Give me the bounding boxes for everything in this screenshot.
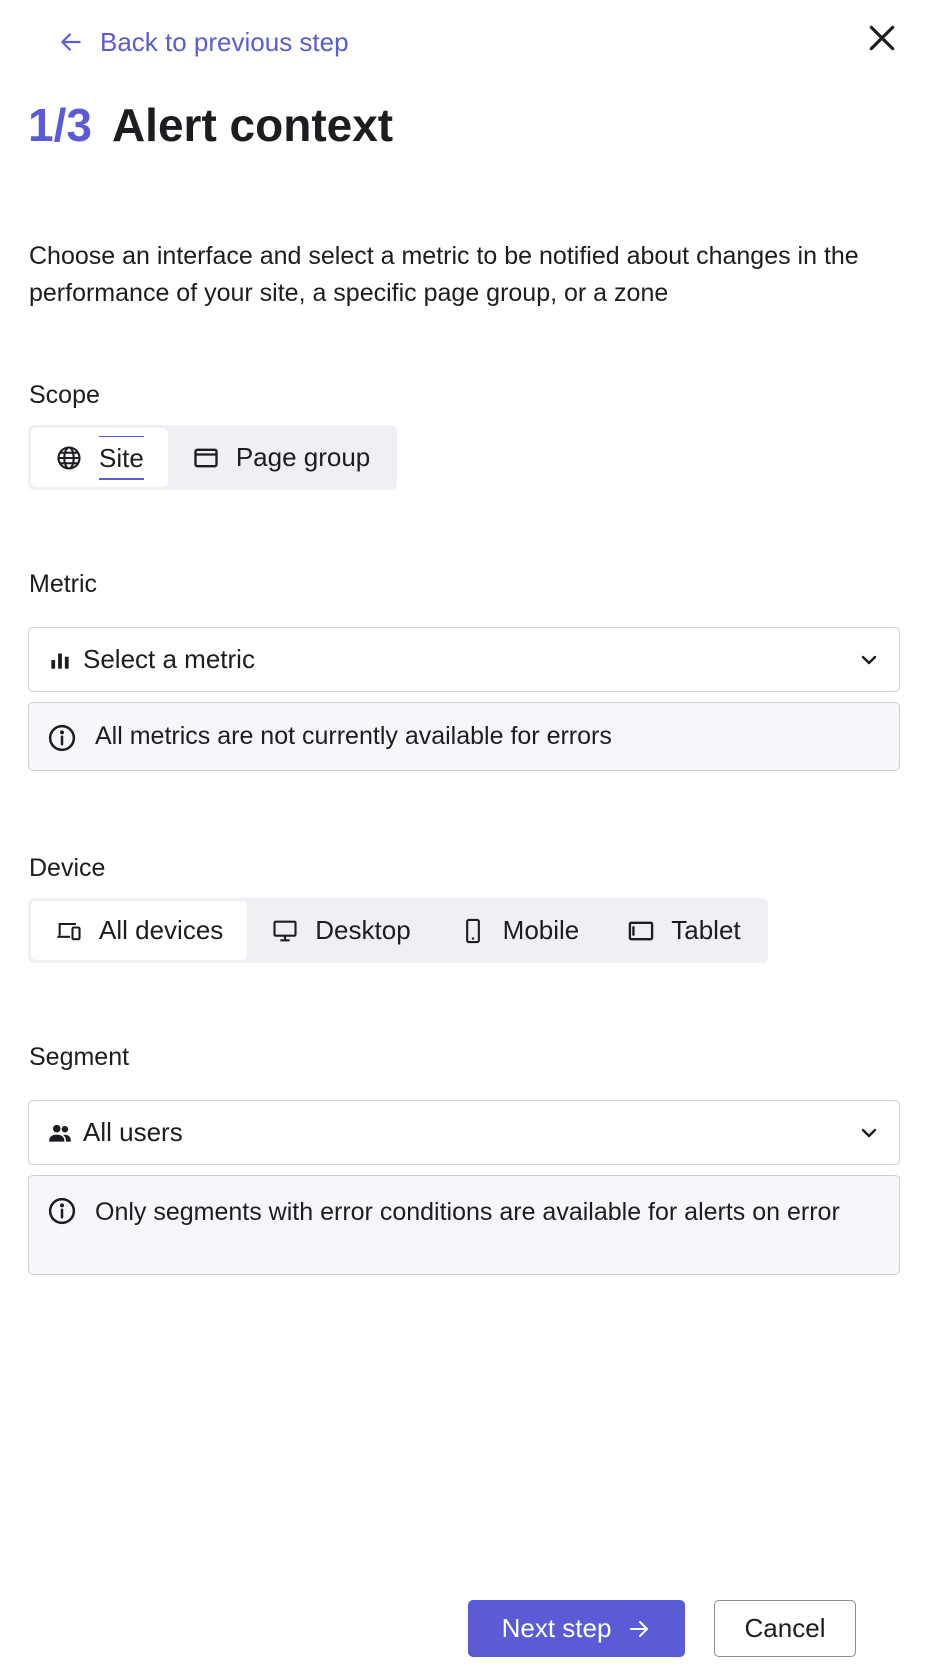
tablet-icon bbox=[629, 921, 654, 940]
close-icon bbox=[869, 25, 895, 51]
scope-option-site[interactable]: Site bbox=[31, 428, 168, 487]
desktop-icon bbox=[273, 920, 297, 941]
chevron-down-icon bbox=[861, 655, 877, 664]
next-step-label: Next step bbox=[501, 1613, 612, 1643]
mobile-icon bbox=[465, 918, 480, 943]
scope-label: Scope bbox=[29, 381, 100, 409]
metric-label: Metric bbox=[29, 570, 98, 598]
window-icon bbox=[194, 448, 218, 467]
device-option-all-devices[interactable]: All devices bbox=[31, 901, 248, 960]
page-header: 1/3 Alert context bbox=[28, 98, 393, 152]
segment-info-text: Only segments with error conditions are … bbox=[95, 1198, 840, 1226]
metric-select[interactable]: Select a metric bbox=[28, 627, 900, 692]
metric-select-value: Select a metric bbox=[83, 644, 255, 674]
page-title: Alert context bbox=[111, 99, 394, 151]
info-icon bbox=[48, 1197, 76, 1225]
segment-select-value: All users bbox=[83, 1117, 183, 1147]
cancel-label: Cancel bbox=[744, 1613, 826, 1643]
cancel-button[interactable]: Cancel bbox=[714, 1600, 856, 1657]
scope-option-label: Page group bbox=[235, 442, 371, 472]
back-to-previous-step-link[interactable]: Back to previous step bbox=[58, 24, 349, 60]
bar-chart-icon bbox=[51, 653, 69, 669]
device-option-desktop[interactable]: Desktop bbox=[247, 901, 434, 960]
device-option-tablet[interactable]: Tablet bbox=[603, 901, 764, 960]
device-option-label: All devices bbox=[99, 915, 224, 945]
device-option-mobile[interactable]: Mobile bbox=[435, 901, 604, 960]
globe-icon bbox=[57, 445, 81, 470]
scope-option-label: Site bbox=[99, 435, 144, 480]
page-description: Choose an interface and select a metric … bbox=[29, 242, 859, 307]
step-counter: 1/3 bbox=[28, 99, 92, 151]
users-icon bbox=[49, 1124, 71, 1142]
next-step-button[interactable]: Next step bbox=[468, 1600, 685, 1657]
devices-icon bbox=[57, 922, 81, 940]
metric-info-callout: All metrics are not currently available … bbox=[28, 702, 900, 771]
chevron-down-icon bbox=[861, 1128, 877, 1137]
device-segmented-control: All devices Desktop Mobile Tablet bbox=[28, 898, 768, 963]
device-option-label: Desktop bbox=[315, 915, 411, 945]
segment-label: Segment bbox=[29, 1043, 130, 1071]
back-link-label: Back to previous step bbox=[100, 26, 349, 57]
arrow-right-icon bbox=[630, 1620, 649, 1637]
segment-select[interactable]: All users bbox=[28, 1100, 900, 1165]
metric-info-text: All metrics are not currently available … bbox=[95, 722, 612, 750]
device-option-label: Tablet bbox=[671, 915, 741, 945]
info-icon bbox=[48, 724, 76, 751]
device-label: Device bbox=[29, 854, 106, 882]
device-option-label: Mobile bbox=[502, 915, 580, 945]
arrow-left-icon bbox=[61, 33, 81, 51]
close-button[interactable] bbox=[862, 18, 902, 58]
scope-option-page-group[interactable]: Page group bbox=[168, 428, 394, 487]
scope-segmented-control: Site Page group bbox=[28, 425, 398, 490]
segment-info-callout: Only segments with error conditions are … bbox=[28, 1175, 900, 1275]
